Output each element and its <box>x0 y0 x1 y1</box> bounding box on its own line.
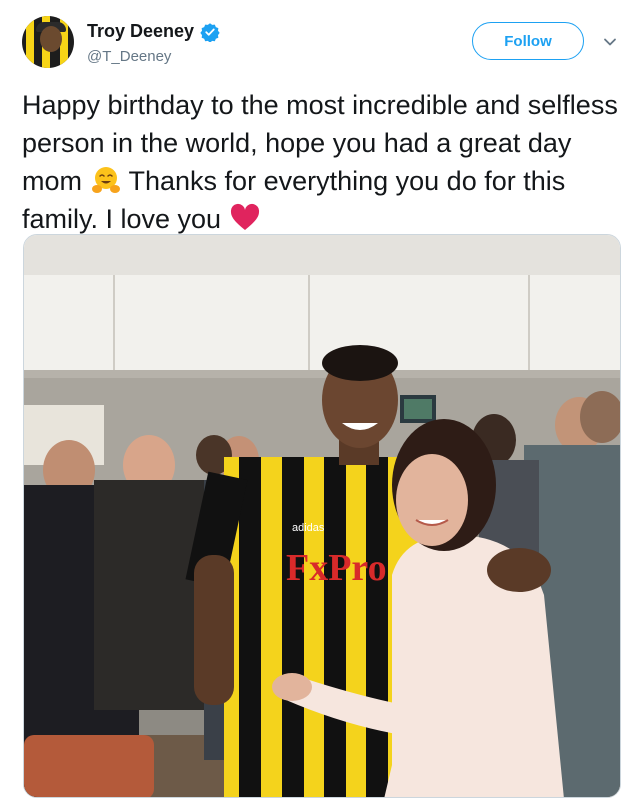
chevron-down-icon[interactable] <box>602 34 618 50</box>
hugging-face-emoji-icon <box>90 164 122 196</box>
author-handle[interactable]: @T_Deeney <box>87 48 171 65</box>
kit-brand-text: adidas <box>292 522 325 534</box>
follow-button[interactable]: Follow <box>472 22 584 60</box>
shirt-sponsor-text: FxPro <box>286 547 387 589</box>
red-heart-emoji-icon <box>229 202 261 234</box>
profile-avatar[interactable] <box>22 16 74 68</box>
verified-badge-icon <box>200 22 220 43</box>
author-display-name[interactable]: Troy Deeney <box>87 21 194 42</box>
tweet-photo[interactable]: FxPro adidas <box>23 234 621 798</box>
tweet-text: Happy birthday to the most incredible an… <box>22 86 622 238</box>
author-name-row: Troy Deeney <box>87 21 220 43</box>
tweet-header: Troy Deeney @T_Deeney Follow <box>22 16 620 72</box>
